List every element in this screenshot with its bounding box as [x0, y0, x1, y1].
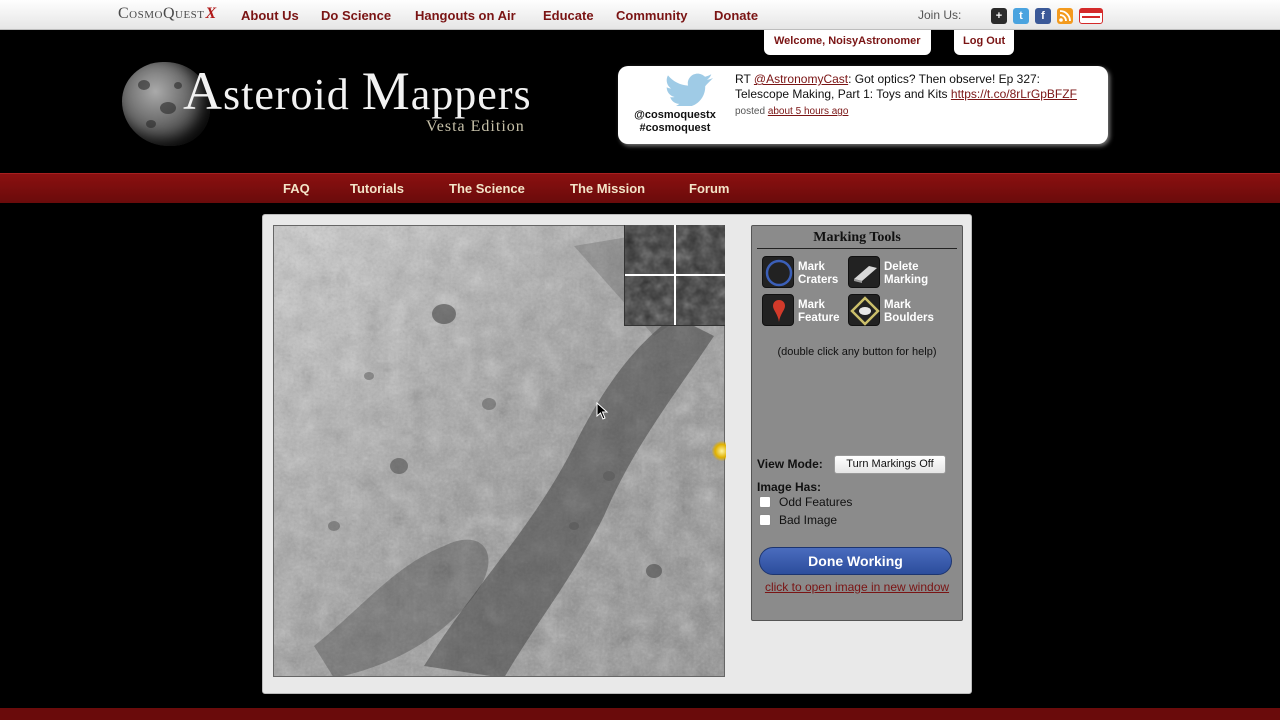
- nav-faq[interactable]: FAQ: [283, 181, 310, 196]
- open-image-new-window-link[interactable]: click to open image in new window: [760, 580, 954, 595]
- twitter-icon[interactable]: t: [1013, 8, 1029, 24]
- tweet-url-link[interactable]: https://t.co/8rLrGpBFZF: [951, 87, 1077, 101]
- site-title[interactable]: Asteroid Mappers: [183, 60, 532, 122]
- nav-the-mission[interactable]: The Mission: [570, 181, 645, 196]
- bad-image-checkbox[interactable]: [759, 514, 771, 526]
- nav-do-science[interactable]: Do Science: [321, 8, 391, 23]
- image-has-label: Image Has:: [757, 480, 822, 494]
- map-pin-icon: [773, 300, 785, 322]
- tweet-text: RT @AstronomyCast: Got optics? Then obse…: [735, 72, 1077, 117]
- nav-community[interactable]: Community: [616, 8, 688, 23]
- nav-hangouts-on-air[interactable]: Hangouts on Air: [415, 8, 516, 23]
- tools-help-hint: (double click any button for help): [777, 346, 937, 358]
- done-working-button[interactable]: Done Working: [759, 547, 952, 575]
- nav-tutorials[interactable]: Tutorials: [350, 181, 404, 196]
- nav-the-science[interactable]: The Science: [449, 181, 525, 196]
- mouse-cursor-icon: [596, 402, 609, 420]
- turn-markings-off-button[interactable]: Turn Markings Off: [834, 455, 946, 474]
- tweet-time-link[interactable]: about 5 hours ago: [768, 106, 849, 117]
- view-mode-label: View Mode:: [757, 457, 823, 471]
- twitter-handle[interactable]: @cosmoquestx: [624, 109, 726, 122]
- rss-icon[interactable]: [1057, 8, 1073, 24]
- image-edge-flare: [712, 440, 726, 462]
- mark-craters-button[interactable]: [762, 256, 794, 288]
- brand-x-mark: X: [205, 5, 217, 22]
- nav-educate[interactable]: Educate: [543, 8, 594, 23]
- site-subtitle: Vesta Edition: [426, 118, 525, 135]
- join-us-label: Join Us:: [918, 8, 962, 22]
- twitter-bird-icon: [666, 73, 713, 106]
- delete-marking-button[interactable]: [848, 256, 880, 288]
- brand-text: CosmoQuest: [118, 5, 205, 22]
- image-minimap[interactable]: [624, 225, 725, 326]
- mark-boulders-button[interactable]: [848, 294, 880, 326]
- nav-forum[interactable]: Forum: [689, 181, 729, 196]
- top-navigation-bar: CosmoQuestX About Us Do Science Hangouts…: [0, 0, 1280, 30]
- mark-boulders-label[interactable]: Mark Boulders: [884, 299, 934, 325]
- footer-bar: [0, 708, 1280, 720]
- mark-craters-label[interactable]: Mark Craters: [798, 261, 838, 287]
- bad-image-label[interactable]: Bad Image: [779, 513, 837, 527]
- meetup-icon[interactable]: [1079, 8, 1103, 24]
- google-plus-icon[interactable]: +: [991, 8, 1007, 24]
- nav-about-us[interactable]: About Us: [241, 8, 299, 23]
- eraser-icon: [854, 266, 877, 283]
- crater-circle-icon: [765, 259, 793, 287]
- delete-marking-label[interactable]: Delete Marking: [884, 261, 928, 287]
- twitter-handles[interactable]: @cosmoquestx #cosmoquest: [624, 109, 726, 135]
- boulder-diamond-icon: [850, 296, 880, 326]
- tweet-mention-link[interactable]: @AstronomyCast: [754, 72, 848, 86]
- mark-feature-label[interactable]: Mark Feature: [798, 299, 840, 325]
- logout-button[interactable]: Log Out: [954, 30, 1015, 55]
- odd-features-label[interactable]: Odd Features: [779, 495, 852, 509]
- cosmoquest-logo[interactable]: CosmoQuestX: [118, 5, 217, 23]
- welcome-tab[interactable]: Welcome, NoisyAstronomer: [764, 30, 931, 55]
- mark-feature-button[interactable]: [762, 294, 794, 326]
- nav-donate[interactable]: Donate: [714, 8, 758, 23]
- facebook-icon[interactable]: f: [1035, 8, 1051, 24]
- marking-tools-title: Marking Tools: [757, 230, 957, 249]
- twitter-hashtag[interactable]: #cosmoquest: [624, 122, 726, 135]
- main-navigation: FAQ Tutorials The Science The Mission Fo…: [0, 173, 1280, 203]
- odd-features-checkbox[interactable]: [759, 496, 771, 508]
- page: CosmoQuestX About Us Do Science Hangouts…: [0, 0, 1280, 720]
- twitter-feed-box: @cosmoquestx #cosmoquest RT @AstronomyCa…: [618, 66, 1108, 144]
